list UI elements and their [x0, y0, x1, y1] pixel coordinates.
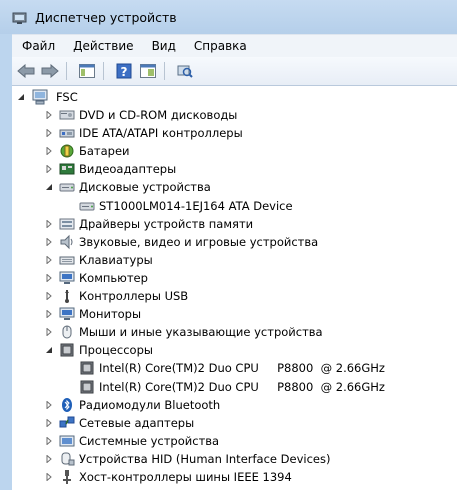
tree-item-label: Видеоадаптеры	[79, 162, 177, 177]
expand-arrow-icon[interactable]	[45, 310, 53, 319]
tree-item-label: Компьютер	[79, 270, 148, 285]
tree-root-label: FSC	[56, 90, 78, 104]
tree-item-label: Intel(R) Core(TM)2 Duo CPU P8800 @ 2.66G…	[99, 361, 385, 376]
tree-item-label: Клавиатуры	[79, 252, 153, 267]
expand-arrow-icon[interactable]	[45, 129, 53, 138]
menu-bar: Файл Действие Вид Справка	[12, 34, 457, 57]
tree-item-label: Системные устройства	[79, 433, 220, 448]
toolbar: ?	[12, 57, 457, 86]
bluetooth-icon	[59, 397, 75, 413]
expand-arrow-icon[interactable]	[45, 292, 53, 300]
properties-icon[interactable]	[138, 61, 158, 81]
disk-drive-icon	[59, 179, 75, 195]
computer-icon	[32, 89, 48, 105]
expand-arrow-icon[interactable]	[45, 237, 53, 246]
expand-arrow-icon[interactable]	[45, 111, 53, 119]
expand-arrow-icon[interactable]	[45, 273, 53, 282]
expand-arrow-icon[interactable]	[45, 454, 53, 463]
menu-file[interactable]: Файл	[12, 39, 63, 53]
device-manager-icon	[12, 9, 28, 25]
back-arrow-icon[interactable]	[16, 61, 36, 81]
scan-hardware-icon[interactable]	[175, 61, 195, 81]
tree-item-label: Контроллеры USB	[79, 289, 189, 303]
svg-text:?: ?	[121, 65, 128, 79]
forward-arrow-icon[interactable]	[40, 61, 60, 81]
collapse-arrow-icon[interactable]	[45, 346, 53, 354]
expand-arrow-icon[interactable]	[45, 255, 53, 264]
storage-driver-icon	[59, 216, 75, 232]
device-tree: FSC DVD и CD-ROM дисководы IDE ATA/ATAPI …	[12, 86, 457, 490]
toolbar-separator	[164, 62, 165, 80]
ieee1394-icon	[59, 469, 75, 485]
dvd-drive-icon	[59, 107, 75, 123]
toolbar-separator	[103, 62, 104, 80]
expand-arrow-icon[interactable]	[45, 418, 53, 427]
expand-arrow-icon[interactable]	[45, 219, 53, 228]
processor-icon	[79, 379, 95, 395]
menu-help[interactable]: Справка	[184, 39, 255, 53]
collapse-arrow-icon[interactable]	[17, 93, 25, 101]
expand-arrow-icon[interactable]	[45, 147, 53, 156]
usb-icon	[59, 288, 75, 304]
window-title: Диспетчер устройств	[35, 9, 177, 25]
tree-item-label: Хост-контроллеры шины IEEE 1394	[79, 470, 292, 484]
expand-arrow-icon[interactable]	[45, 436, 53, 445]
battery-icon	[59, 143, 75, 159]
help-icon[interactable]: ?	[114, 61, 134, 81]
toolbar-separator	[66, 62, 67, 80]
tree-item-label: Процессоры	[79, 343, 153, 358]
device-manager-window: Диспетчер устройств Файл Действие Вид Сп…	[0, 0, 457, 490]
console-tree-icon[interactable]	[77, 61, 97, 81]
tree-item-label: DVD и CD-ROM дисководы	[79, 108, 238, 122]
disk-drive-icon	[79, 198, 95, 214]
menu-action[interactable]: Действие	[63, 39, 141, 53]
network-adapter-icon	[59, 415, 75, 431]
expand-arrow-icon[interactable]	[45, 473, 53, 481]
ide-controller-icon	[59, 125, 75, 141]
collapse-arrow-icon[interactable]	[45, 183, 53, 191]
tree-item-label: Звуковые, видео и игровые устройства	[79, 234, 319, 249]
monitor-icon	[59, 306, 75, 322]
display-adapter-icon	[59, 161, 75, 177]
mouse-icon	[59, 324, 75, 340]
tree-item-label: ST1000LM014-1EJ164 ATA Device	[99, 198, 293, 213]
tree-item-label: Радиомодули Bluetooth	[79, 397, 221, 412]
tree-item-label: Мыши и иные указывающие устройства	[79, 325, 323, 340]
expand-arrow-icon[interactable]	[45, 165, 53, 174]
tree-item-label: Intel(R) Core(TM)2 Duo CPU P8800 @ 2.66G…	[99, 379, 385, 394]
tree-item-label: Драйверы устройств памяти	[79, 216, 254, 231]
tree-item-label: Мониторы	[79, 307, 142, 322]
processor-icon	[59, 342, 75, 358]
menu-view[interactable]: Вид	[142, 39, 184, 53]
expand-arrow-icon[interactable]	[45, 328, 53, 337]
tree-item-label: Устройства HID (Human Interface Devices)	[79, 451, 331, 466]
hid-icon	[59, 451, 75, 467]
title-bar[interactable]: Диспетчер устройств	[0, 0, 457, 34]
tree-item-label: IDE ATA/ATAPI контроллеры	[79, 126, 243, 141]
tree-item-label: Батареи	[79, 144, 130, 159]
system-devices-icon	[59, 433, 75, 449]
expand-arrow-icon[interactable]	[45, 400, 53, 409]
tree-item-label: Сетевые адаптеры	[79, 415, 195, 430]
keyboard-icon	[59, 252, 75, 268]
computer-icon	[59, 270, 75, 286]
speaker-icon	[59, 234, 75, 250]
processor-icon	[79, 360, 95, 376]
tree-item-label: Дисковые устройства	[79, 180, 211, 195]
